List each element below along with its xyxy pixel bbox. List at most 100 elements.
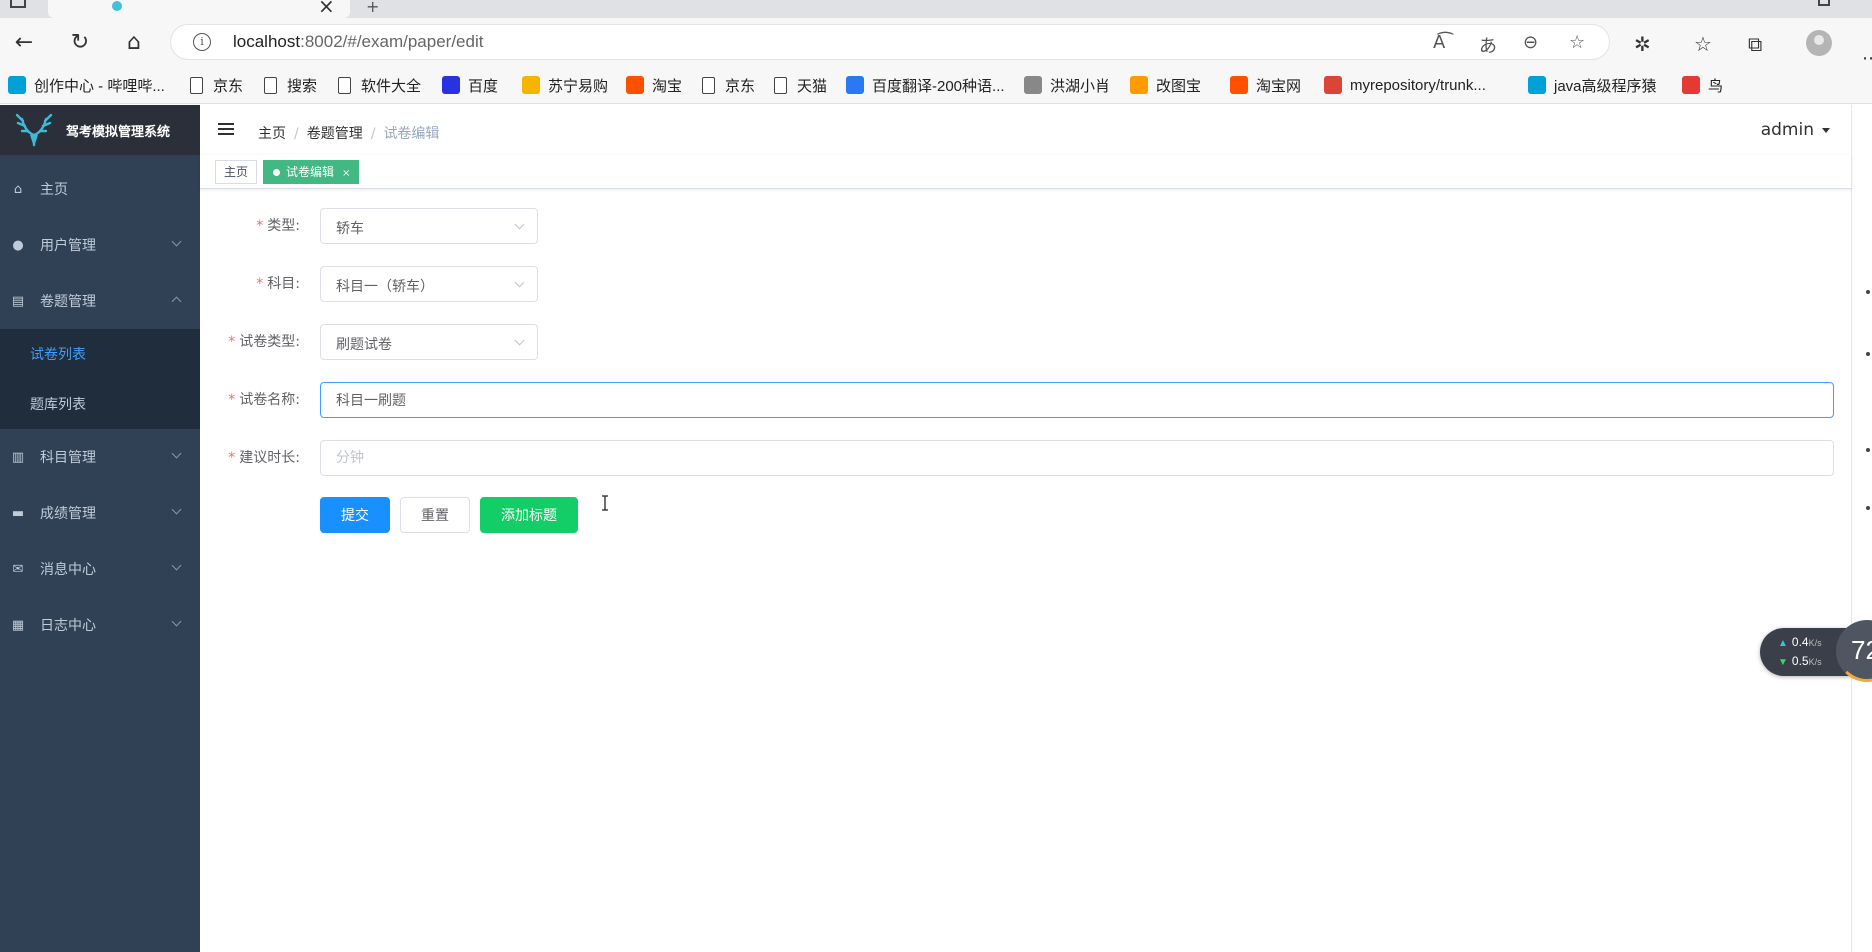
sidebar-item[interactable]: ✉ 消息中心 [0,541,200,597]
window-control-icon[interactable] [1818,0,1830,6]
home-icon: ⌂ [13,181,23,197]
add-favorite-icon[interactable]: ☆ [1569,32,1585,53]
chevron-down-icon [514,335,525,346]
upload-speed: ▲ 0.4K/s [1778,635,1822,649]
duration-label: * 建议时长: [228,450,300,466]
net-speed-widget[interactable]: ▲0.4K/s ▼0.5K/s 72 [1760,620,1872,682]
sidebar-item-label: 消息中心 [40,562,96,578]
submenu-paper-manage: 试卷列表 题库列表 [0,329,200,429]
tag-paper-edit[interactable]: 试卷编辑 × [263,160,360,184]
tab-close-icon[interactable]: × [318,0,335,18]
bookmark-item[interactable]: 鸟 [1682,74,1723,96]
page-icon [774,76,787,94]
download-speed: ▼ 0.5K/s [1778,654,1822,668]
paper-name-label: * 试卷名称: [228,392,300,408]
home-browser-icon[interactable]: ⌂ [116,24,152,60]
refresh-icon[interactable]: ↻ [62,24,98,60]
tab-actions-icon[interactable] [10,0,26,8]
browser-tab[interactable] [48,0,350,18]
type-select[interactable]: 轿车 [320,208,538,244]
breadcrumb-paper-manage[interactable]: 卷题管理 [307,126,363,142]
bookmark-label: 创作中心 - 哔哩哔... [34,77,165,95]
sidebar-item[interactable]: ▥ 科目管理 [0,429,200,485]
paper-type-select[interactable]: 刷题试卷 [320,324,538,360]
bookmark-item[interactable]: java高级程序猿 [1528,74,1657,96]
browser-tab-strip: × + [0,0,1872,18]
bookmark-item[interactable]: 淘宝网 [1230,74,1301,96]
form-row-name: * 试卷名称: [200,381,1852,419]
breadcrumb: 主页 / 卷题管理 / 试卷编辑 [258,123,439,143]
sidebar-item[interactable]: ● 用户管理 [0,217,200,273]
baidu-icon [442,76,460,94]
collections-icon[interactable]: ⧉ [1748,32,1762,56]
bookmark-label: 淘宝 [652,77,683,95]
sidebar-menu: ⌂ 主页 ● 用户管理 ▤ 卷题管理 试卷列表 题库列表 ▥ 科目管理 ▬ 成绩管理 ✉ 消息中心 ▦ 日志中… [0,161,200,653]
translate-page-icon[interactable]: あ [1479,32,1497,58]
chevron-down-icon [514,277,525,288]
submenu-item[interactable]: 试卷列表 [0,329,200,379]
zoom-out-icon[interactable]: ⊖ [1523,32,1538,53]
user-dropdown[interactable]: admin [1761,120,1830,140]
add-title-button[interactable]: 添加标题 [480,497,578,533]
bookmark-item[interactable]: myrepository/trunk... [1324,74,1486,96]
submit-button[interactable]: 提交 [320,497,390,533]
breadcrumb-home[interactable]: 主页 [258,126,286,142]
suning-icon [522,76,540,94]
extensions-icon[interactable]: ✲ [1634,32,1651,56]
bookmark-label: 软件大全 [361,77,422,95]
page-icon [190,76,203,94]
address-bar[interactable]: i localhost:8002/#/exam/paper/edit A͡ あ … [170,24,1610,60]
bookmark-item[interactable]: 京东 [190,74,243,96]
back-icon[interactable]: ← [6,24,42,60]
subject-select[interactable]: 科目一（轿车） [320,266,538,302]
upload-arrow-icon: ▲ [1778,638,1788,649]
sidebar-item[interactable]: ▦ 日志中心 [0,597,200,653]
sidebar-item[interactable]: ▤ 卷题管理 [0,273,200,329]
bookmark-item[interactable]: 苏宁易购 [522,74,608,96]
bird-icon [1682,76,1700,94]
logo-bar[interactable]: 驾考模拟管理系统 [0,105,200,155]
username: admin [1760,120,1814,140]
form-row-paper-type: * 试卷类型: 刷题试卷 [200,323,1852,361]
download-arrow-icon: ▼ [1778,657,1788,668]
site-info-icon[interactable]: i [193,33,211,51]
breadcrumb-current: 试卷编辑 [383,126,440,142]
bookmark-label: myrepository/trunk... [1350,76,1486,94]
paper-type-select-value: 刷题试卷 [336,337,392,353]
read-aloud-icon[interactable]: A͡ [1433,32,1445,53]
bookmark-label: 鸟 [1708,77,1724,95]
chevron-down-icon [171,560,182,571]
bookmark-item[interactable]: 软件大全 [338,74,421,96]
bookmark-label: 淘宝网 [1256,77,1302,95]
usage-gauge: 72 [1836,620,1872,682]
favorites-icon[interactable]: ☆ [1694,32,1712,56]
reset-button[interactable]: 重置 [400,497,470,533]
bookmark-item[interactable]: 改图宝 [1130,74,1201,96]
tag-close-icon[interactable]: × [342,168,350,179]
bookmark-item[interactable]: 天猫 [774,74,827,96]
bookmark-item[interactable]: 京东 [702,74,755,96]
bilibili-icon [8,76,26,94]
chat-icon: ▬ [11,505,25,521]
sidebar-item[interactable]: ▬ 成绩管理 [0,485,200,541]
bookmark-item[interactable]: 创作中心 - 哔哩哔... [8,74,165,96]
new-tab-icon[interactable]: + [366,0,379,16]
main-content: 主页 / 卷题管理 / 试卷编辑 admin 主页 试卷编辑 × * 类型: 轿车 * 科目:… [200,105,1852,952]
tag-label: 试卷编辑 [286,165,335,179]
bookmark-item[interactable]: 淘宝 [626,74,682,96]
hamburger-icon[interactable] [218,123,234,135]
paper-name-input[interactable] [320,382,1834,418]
tag-home[interactable]: 主页 [215,160,258,184]
bookmark-item[interactable]: 百度 [442,74,498,96]
bookmark-item[interactable]: 百度翻译-200种语... [846,74,1005,96]
bookmark-item[interactable]: 洪湖小肖 [1024,74,1110,96]
url-text[interactable]: localhost:8002/#/exam/paper/edit [233,32,483,52]
bookmark-item[interactable]: 搜索 [264,74,317,96]
profile-avatar[interactable] [1806,30,1832,56]
chevron-down-icon [171,448,182,459]
chrome-icon [1324,76,1342,94]
duration-input[interactable] [320,440,1834,476]
submenu-item[interactable]: 题库列表 [0,379,200,429]
sidebar-item[interactable]: ⌂ 主页 [0,161,200,217]
type-select-value: 轿车 [336,221,364,237]
